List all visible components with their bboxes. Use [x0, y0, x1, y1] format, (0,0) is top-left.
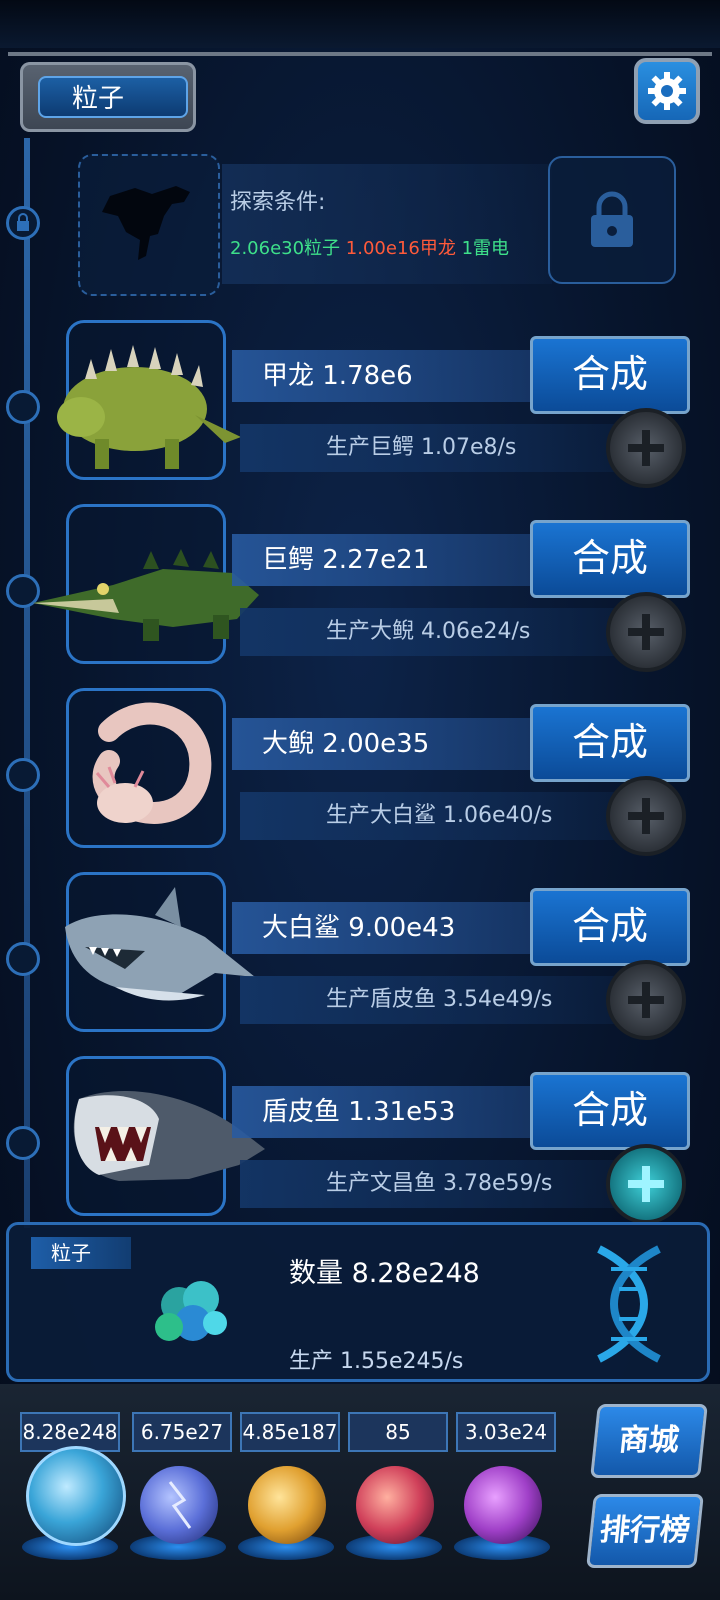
status-strip [0, 0, 720, 48]
add-button-active[interactable] [606, 1144, 686, 1224]
vortex-orb-button[interactable] [464, 1466, 542, 1544]
leaderboard-button[interactable]: 排行榜 [586, 1494, 704, 1568]
ankylosaur-icon [57, 345, 241, 469]
creature-row-crocodile: 巨鳄 2.27e21 合成 生产大鲵 4.06e24/s [0, 504, 720, 690]
explore-conditions: 探索条件: 2.06e30粒子 1.00e16甲龙 1雷电 [222, 164, 552, 284]
creature-name: 巨鳄 2.27e21 [232, 534, 532, 586]
merge-button[interactable]: 合成 [530, 704, 690, 782]
gear-icon [648, 72, 686, 110]
resource-value: 4.85e187 [240, 1412, 340, 1452]
lightning-orb-button[interactable] [140, 1466, 218, 1544]
locked-creature-row: 探索条件: 2.06e30粒子 1.00e16甲龙 1雷电 [0, 150, 720, 300]
creature-production: 生产巨鳄 1.07e8/s [240, 424, 620, 472]
particle-cluster-icon [155, 1281, 227, 1341]
creature-portrait [57, 320, 241, 480]
locked-creature-silhouette [78, 154, 220, 296]
resource-count: 数量 8.28e248 [289, 1258, 480, 1289]
particle-orb-button[interactable] [26, 1446, 126, 1546]
resource-value: 3.03e24 [456, 1412, 556, 1452]
plus-icon [628, 614, 664, 650]
creature-production: 生产文昌鱼 3.78e59/s [240, 1160, 620, 1208]
add-button[interactable] [606, 408, 686, 488]
merge-button[interactable]: 合成 [530, 336, 690, 414]
add-button[interactable] [606, 776, 686, 856]
dinosaur-silhouette-icon [102, 186, 190, 260]
creature-row-dunkleosteus: 盾皮鱼 1.31e53 合成 生产文昌鱼 3.78e59/s [0, 1056, 720, 1242]
creature-production: 生产大鲵 4.06e24/s [240, 608, 620, 656]
creature-row-salamander: 大鲵 2.00e35 合成 生产大白鲨 1.06e40/s [0, 688, 720, 874]
creature-production: 生产大白鲨 1.06e40/s [240, 792, 620, 840]
resource-tab[interactable]: 粒子 [20, 62, 196, 132]
bottom-area: 粒子 数量 8.28e248 生产 1.55e245/s 8.28e248 6.… [0, 1222, 720, 1600]
requirement-ankylosaur: 1.00e16甲龙 [345, 238, 456, 259]
resource-tab-label: 粒子 [38, 76, 188, 118]
creature-row-ankylosaur: 甲龙 1.78e6 合成 生产巨鳄 1.07e8/s [0, 320, 720, 506]
creature-portrait [65, 872, 255, 1032]
requirement-lightning: 1雷电 [461, 238, 510, 259]
header-bar: 粒子 [8, 52, 712, 138]
dna-icon [597, 1245, 661, 1363]
lightning-icon [168, 1481, 192, 1529]
creature-name: 盾皮鱼 1.31e53 [232, 1086, 532, 1138]
resource-panel: 粒子 数量 8.28e248 生产 1.55e245/s [6, 1222, 710, 1382]
settings-button[interactable] [634, 58, 700, 124]
creature-portrait [66, 688, 226, 848]
unlock-button[interactable] [548, 156, 676, 284]
lock-icon [591, 191, 633, 247]
brain-orb-button[interactable] [356, 1466, 434, 1544]
creature-name: 甲龙 1.78e6 [232, 350, 532, 402]
galaxy-orb-button[interactable] [248, 1466, 326, 1544]
plus-icon [628, 982, 664, 1018]
requirements-list: 2.06e30粒子 1.00e16甲龙 1雷电 [230, 234, 509, 260]
merge-button[interactable]: 合成 [530, 520, 690, 598]
creature-row-shark: 大白鲨 9.00e43 合成 生产盾皮鱼 3.54e49/s [0, 872, 720, 1058]
merge-button[interactable]: 合成 [530, 888, 690, 966]
requirement-particles: 2.06e30粒子 [230, 238, 341, 259]
creature-portrait [66, 1056, 265, 1216]
resource-dock: 8.28e248 6.75e27 4.85e187 85 3.03e24 商城 … [0, 1384, 720, 1600]
add-button[interactable] [606, 592, 686, 672]
resource-production: 生产 1.55e245/s [289, 1349, 464, 1374]
creature-name: 大鲵 2.00e35 [232, 718, 532, 770]
creature-portrait [33, 504, 259, 664]
plus-icon [628, 430, 664, 466]
explore-conditions-label: 探索条件: [230, 190, 326, 215]
merge-button[interactable]: 合成 [530, 1072, 690, 1150]
resource-value: 6.75e27 [132, 1412, 232, 1452]
creature-production: 生产盾皮鱼 3.54e49/s [240, 976, 620, 1024]
plus-icon [628, 1166, 664, 1202]
resource-panel-tab: 粒子 [31, 1237, 131, 1269]
salamander-icon [92, 702, 212, 824]
resource-value: 85 [348, 1412, 448, 1452]
plus-icon [628, 798, 664, 834]
add-button[interactable] [606, 960, 686, 1040]
shop-button[interactable]: 商城 [590, 1404, 708, 1478]
creature-name: 大白鲨 9.00e43 [232, 902, 532, 954]
